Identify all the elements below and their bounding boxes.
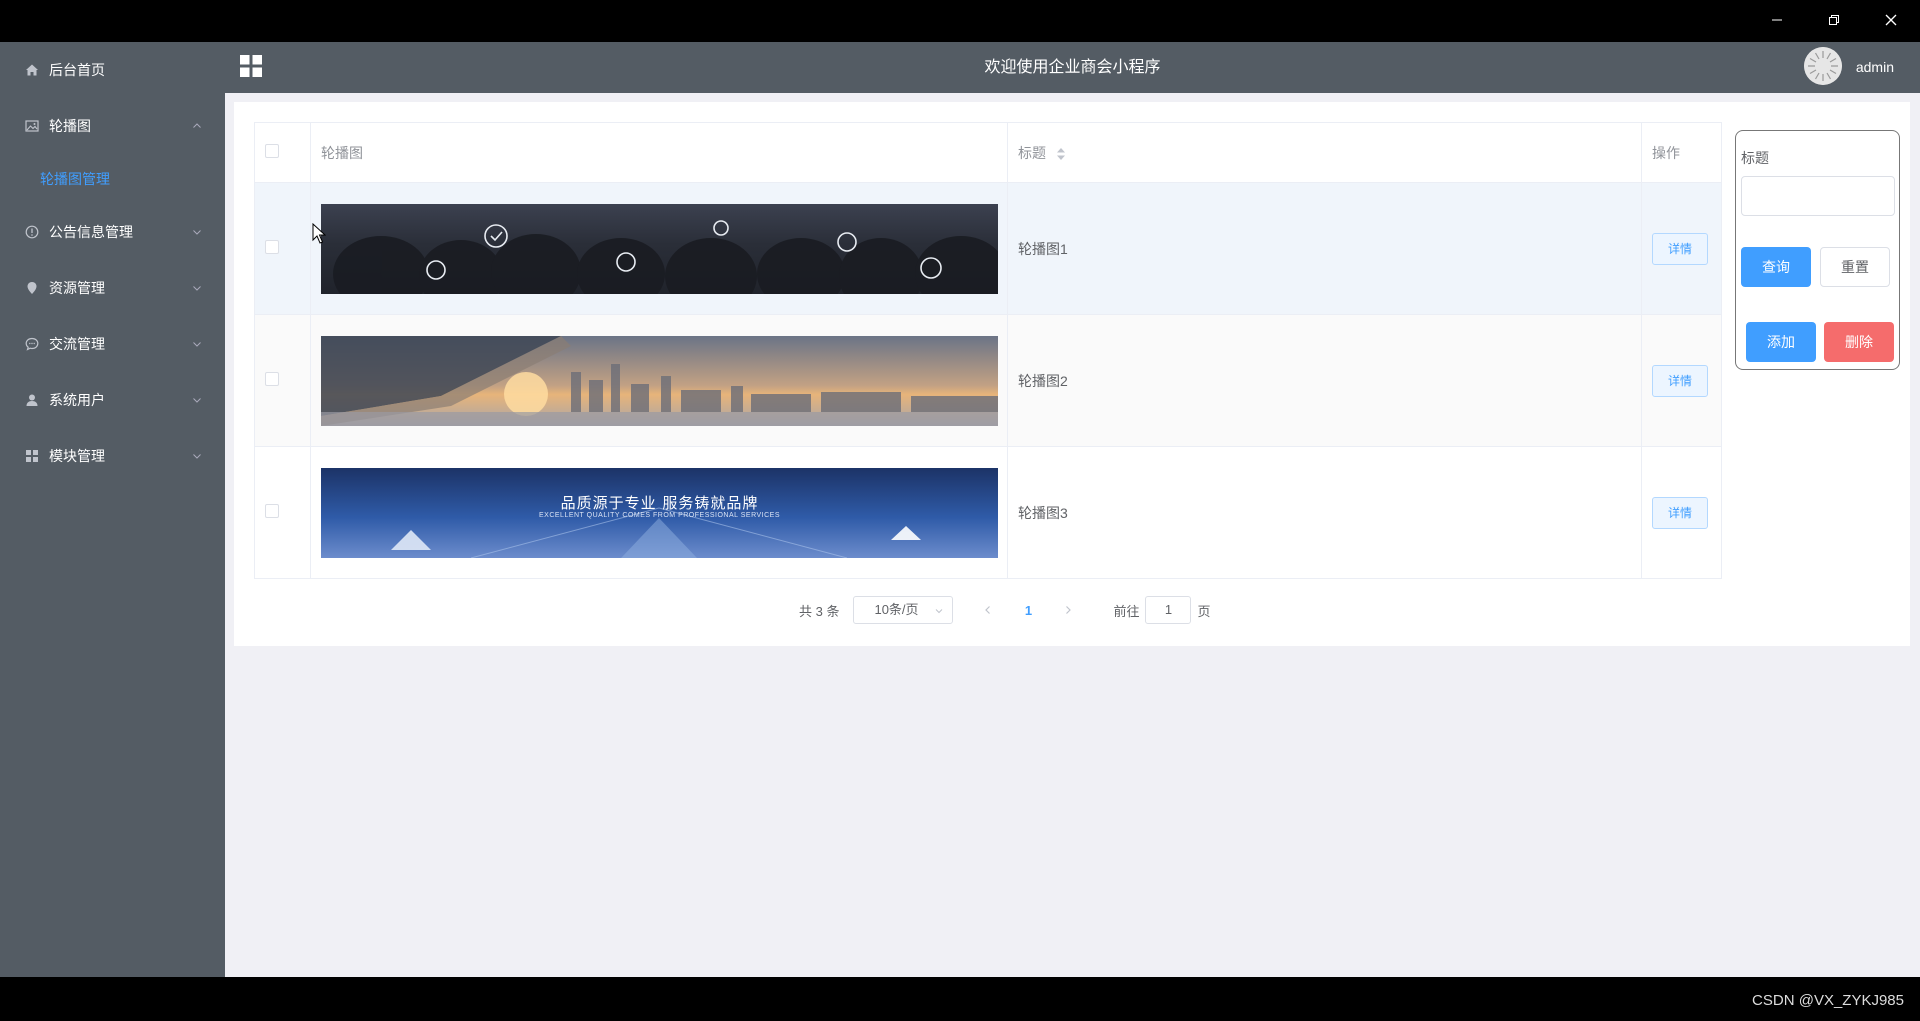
banner-image: 品质源于专业 服务铸就品牌 EXCELLENT QUALITY COMES FR… (321, 467, 998, 558)
bottom-bar: CSDN @VX_ZYKJ985 (0, 977, 1920, 1021)
avatar[interactable] (1804, 47, 1842, 85)
info-icon (24, 224, 40, 240)
banner-image (321, 335, 998, 426)
mouse-cursor-icon (312, 223, 326, 244)
title-filter-input[interactable] (1741, 176, 1895, 216)
row-checkbox-cell (254, 314, 311, 447)
sort-icon[interactable] (1056, 147, 1066, 161)
add-button[interactable]: 添加 (1746, 322, 1816, 362)
query-button[interactable]: 查询 (1741, 247, 1811, 287)
image-icon (24, 118, 40, 134)
grid-icon (24, 448, 40, 464)
sidebar-item-modules[interactable]: 模块管理 (0, 428, 225, 484)
sidebar-item-label: 后台首页 (49, 62, 105, 78)
chat-icon (24, 336, 40, 352)
goto-label: 前往 (1113, 603, 1140, 619)
sidebar-item-home[interactable]: 后台首页 (0, 42, 225, 98)
home-icon (24, 62, 40, 78)
row-checkbox[interactable] (265, 240, 279, 254)
prev-page-button[interactable] (973, 603, 1003, 618)
row-checkbox[interactable] (265, 372, 279, 386)
location-icon (24, 280, 40, 296)
title-cell: 轮播图2 (1007, 314, 1642, 447)
grid-menu-icon[interactable] (239, 54, 263, 78)
column-header-image: 轮播图 (310, 122, 1008, 183)
user-icon (24, 392, 40, 408)
banner-cell (310, 314, 1008, 447)
sidebar-item-label: 轮播图 (49, 118, 91, 134)
pagination: 共 3 条 10条/页 1 前往 1 页 (799, 595, 1211, 625)
select-all-header (254, 122, 311, 183)
banner-slogan: 品质源于专业 服务铸就品牌 (560, 493, 759, 512)
title-cell: 轮播图1 (1007, 182, 1642, 315)
page-number[interactable]: 1 (1013, 603, 1043, 618)
sidebar-subitem-label: 轮播图管理 (40, 171, 110, 187)
detail-button[interactable]: 详情 (1652, 232, 1708, 265)
page-size-value: 10条/页 (874, 602, 919, 617)
column-header-label: 标题 (1018, 144, 1046, 161)
banner-subslogan: EXCELLENT QUALITY COMES FROM PROFESSIONA… (538, 511, 781, 519)
select-all-checkbox[interactable] (265, 144, 279, 158)
goto-page-input[interactable]: 1 (1145, 596, 1192, 624)
top-header: 欢迎使用企业商会小程序 admin (225, 42, 1920, 93)
column-header-action: 操作 (1641, 122, 1722, 183)
table-row: 轮播图2 详情 (254, 314, 1722, 447)
banner-cell (310, 182, 1008, 315)
sidebar-item-resources[interactable]: 资源管理 (0, 260, 225, 316)
action-cell: 详情 (1641, 182, 1722, 315)
sidebar-item-carousel[interactable]: 轮播图 (0, 98, 225, 154)
close-icon[interactable] (1868, 0, 1914, 40)
next-page-button[interactable] (1053, 603, 1083, 618)
app-window: 后台首页 轮播图 轮播图管理 公告信息管理 资源管理 交流管理 系统用户 模块管… (0, 0, 1920, 1021)
row-checkbox[interactable] (265, 504, 279, 518)
main-content: 轮播图 标题 操作 轮播图1 详情 轮播图2 详情 品质源于专业 服务铸就品牌 … (225, 93, 1920, 977)
page-title: 欢迎使用企业商会小程序 (984, 59, 1161, 76)
sidebar-item-label: 系统用户 (49, 392, 105, 408)
sidebar-item-label: 模块管理 (49, 448, 105, 464)
chevron-right-icon (1066, 605, 1072, 614)
chevron-down-icon (193, 286, 201, 291)
sidebar: 后台首页 轮播图 轮播图管理 公告信息管理 资源管理 交流管理 系统用户 模块管… (0, 42, 225, 977)
chevron-down-icon (193, 342, 201, 347)
sidebar-subitem-carousel-management[interactable]: 轮播图管理 (0, 154, 225, 204)
row-checkbox-cell (254, 182, 311, 315)
watermark: CSDN @VX_ZYKJ985 (1752, 992, 1904, 1009)
title-cell: 轮播图3 (1007, 446, 1642, 579)
title-filter-label: 标题 (1741, 150, 1769, 166)
action-cell: 详情 (1641, 446, 1722, 579)
detail-button[interactable]: 详情 (1652, 364, 1708, 397)
chevron-down-icon (936, 609, 943, 614)
sidebar-item-label: 交流管理 (49, 336, 105, 352)
action-cell: 详情 (1641, 314, 1722, 447)
reset-button[interactable]: 重置 (1820, 247, 1890, 287)
window-titlebar (0, 0, 1920, 42)
banner-image (321, 203, 998, 294)
search-panel: 标题 查询 重置 添加 删除 (1735, 130, 1900, 370)
sidebar-item-label: 资源管理 (49, 280, 105, 296)
sidebar-item-announcements[interactable]: 公告信息管理 (0, 204, 225, 260)
page-size-select[interactable]: 10条/页 (853, 596, 954, 624)
sidebar-item-label: 公告信息管理 (49, 224, 133, 240)
chevron-down-icon (193, 230, 201, 235)
carousel-table: 轮播图 标题 操作 轮播图1 详情 轮播图2 详情 品质源于专业 服务铸就品牌 … (254, 122, 1722, 579)
chevron-down-icon (193, 454, 201, 459)
minimize-icon[interactable] (1754, 0, 1800, 40)
restore-icon[interactable] (1811, 0, 1857, 40)
chevron-down-icon (193, 398, 201, 403)
username[interactable]: admin (1856, 42, 1894, 93)
banner-cell: 品质源于专业 服务铸就品牌 EXCELLENT QUALITY COMES FR… (310, 446, 1008, 579)
goto-suffix: 页 (1197, 603, 1211, 619)
chevron-up-icon (193, 123, 201, 128)
sidebar-item-system-users[interactable]: 系统用户 (0, 372, 225, 428)
table-row: 品质源于专业 服务铸就品牌 EXCELLENT QUALITY COMES FR… (254, 446, 1722, 579)
column-header-title[interactable]: 标题 (1007, 122, 1642, 183)
table-row: 轮播图1 详情 (254, 182, 1722, 315)
content-card: 轮播图 标题 操作 轮播图1 详情 轮播图2 详情 品质源于专业 服务铸就品牌 … (234, 102, 1910, 646)
detail-button[interactable]: 详情 (1652, 496, 1708, 529)
sidebar-item-communication[interactable]: 交流管理 (0, 316, 225, 372)
delete-button[interactable]: 删除 (1824, 322, 1894, 362)
pagination-total: 共 3 条 (799, 603, 840, 619)
chevron-left-icon (985, 605, 991, 614)
row-checkbox-cell (254, 446, 311, 579)
